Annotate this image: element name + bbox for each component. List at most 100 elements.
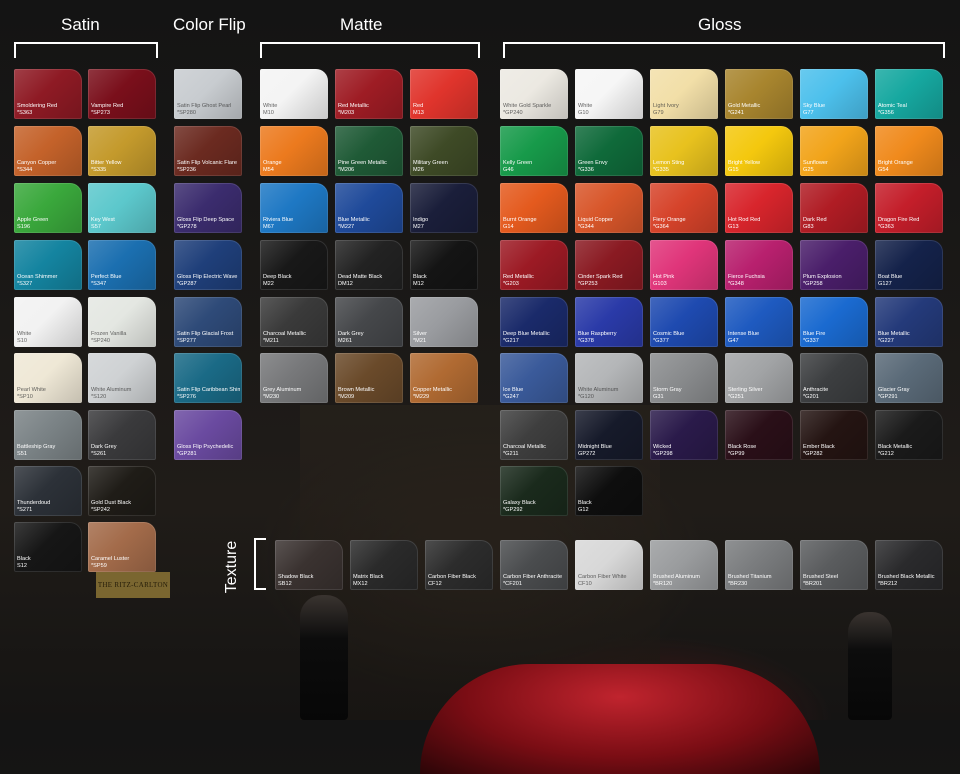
color-swatch[interactable]: Red M13 [410,69,478,119]
color-swatch[interactable]: Intense Blue G47 [725,297,793,347]
color-swatch[interactable]: Ocean Shimmer *S327 [14,240,82,290]
color-swatch[interactable]: White G10 [575,69,643,119]
color-swatch[interactable]: Dragon Fire Red *G363 [875,183,943,233]
color-swatch[interactable]: Copper Metallic *M229 [410,353,478,403]
color-swatch[interactable]: Gloss Flip Deep Space *GP278 [174,183,242,233]
color-swatch[interactable]: Bright Orange G54 [875,126,943,176]
color-swatch[interactable]: Black S12 [14,522,82,572]
color-swatch[interactable]: Carbon Fiber White CF10 [575,540,643,590]
color-swatch[interactable]: Satin Flip Caribbean Shimmer*SP276 [174,353,242,403]
color-swatch[interactable]: Wicked *GP298 [650,410,718,460]
color-swatch[interactable]: Caramel Luster *SP59 [88,522,156,572]
color-swatch[interactable]: Sterling Silver *G251 [725,353,793,403]
color-swatch[interactable]: Shadow Black SB12 [275,540,343,590]
color-swatch[interactable]: Fiery Orange *G364 [650,183,718,233]
color-swatch[interactable]: Lemon Sting *G335 [650,126,718,176]
color-swatch[interactable]: Cosmic Blue *G377 [650,297,718,347]
color-swatch[interactable]: Carbon Fiber Black CF12 [425,540,493,590]
swatch-label: Gold Dust Black *SP242 [91,500,154,513]
color-swatch[interactable]: Boat Blue G127 [875,240,943,290]
color-swatch[interactable]: Hot Rod Red G13 [725,183,793,233]
color-swatch[interactable]: White Aluminum *S120 [88,353,156,403]
color-swatch[interactable]: Storm Gray G31 [650,353,718,403]
color-swatch[interactable]: Satin Flip Ghost Pearl *SP280 [174,69,242,119]
color-swatch[interactable]: Black Metallic *G212 [875,410,943,460]
color-swatch[interactable]: Kelly Green G46 [500,126,568,176]
color-swatch[interactable]: Anthracite *G201 [800,353,868,403]
color-swatch[interactable]: Atomic Teal *G356 [875,69,943,119]
color-swatch[interactable]: Liquid Copper *G344 [575,183,643,233]
color-swatch[interactable]: Deep Black M22 [260,240,328,290]
color-swatch[interactable]: White Aluminum *G120 [575,353,643,403]
color-swatch[interactable]: Light Ivory G79 [650,69,718,119]
color-swatch[interactable]: Midnight Blue GP272 [575,410,643,460]
color-swatch[interactable]: Gloss Flip Electric Wave *GP287 [174,240,242,290]
color-swatch[interactable]: White M10 [260,69,328,119]
color-swatch[interactable]: Black G12 [575,466,643,516]
color-swatch[interactable]: Blue Raspberry *G378 [575,297,643,347]
color-swatch[interactable]: Hot Pink G103 [650,240,718,290]
color-swatch[interactable]: Blue Metallic *G227 [875,297,943,347]
color-swatch[interactable]: Fierce Fuchsia *G348 [725,240,793,290]
color-swatch[interactable]: Brown Metallic *M209 [335,353,403,403]
color-swatch[interactable]: Cinder Spark Red *GP253 [575,240,643,290]
color-swatch[interactable]: Pine Green Metallic *M206 [335,126,403,176]
color-swatch[interactable]: Brushed Black Metallic *BR212 [875,540,943,590]
swatch-label: Carbon Fiber Anthracite *CF201 [503,574,566,587]
color-swatch[interactable]: Silver *M21 [410,297,478,347]
color-swatch[interactable]: Grey Aluminum *M230 [260,353,328,403]
color-swatch[interactable]: Riviera Blue M67 [260,183,328,233]
color-swatch[interactable]: Brushed Titanium *BR230 [725,540,793,590]
color-swatch[interactable]: Dark Grey *S261 [88,410,156,460]
color-swatch[interactable]: Black Rose *GP99 [725,410,793,460]
color-swatch[interactable]: Charcoal Metallic *G211 [500,410,568,460]
color-swatch[interactable]: Plum Explosion *GP258 [800,240,868,290]
color-swatch[interactable]: Dead Matte Black DM12 [335,240,403,290]
color-swatch[interactable]: Charcoal Metallic *M211 [260,297,328,347]
color-swatch[interactable]: Green Envy *G336 [575,126,643,176]
color-swatch[interactable]: Pearl White *SP10 [14,353,82,403]
color-swatch[interactable]: Military Green M26 [410,126,478,176]
color-swatch[interactable]: Burnt Orange G14 [500,183,568,233]
color-swatch[interactable]: Bright Yellow G15 [725,126,793,176]
color-swatch[interactable]: Gold Metallic *G241 [725,69,793,119]
swatch-code: *G337 [803,337,819,344]
color-swatch[interactable]: Key West S57 [88,183,156,233]
color-swatch[interactable]: Deep Blue Metallic *G217 [500,297,568,347]
color-swatch[interactable]: Battleship Gray S51 [14,410,82,460]
color-swatch[interactable]: Red Metallic *G203 [500,240,568,290]
color-swatch[interactable]: Carbon Fiber Anthracite *CF201 [500,540,568,590]
color-swatch[interactable]: Apple Green S196 [14,183,82,233]
color-swatch[interactable]: Canyon Copper *S344 [14,126,82,176]
color-swatch[interactable]: Ember Black *GP282 [800,410,868,460]
color-swatch[interactable]: Sunflower G25 [800,126,868,176]
color-swatch[interactable]: Satin Flip Glacial Frost *SP277 [174,297,242,347]
color-swatch[interactable]: Black M12 [410,240,478,290]
color-swatch[interactable]: Dark Grey M261 [335,297,403,347]
color-swatch[interactable]: White S10 [14,297,82,347]
color-swatch[interactable]: Indigo M27 [410,183,478,233]
color-swatch[interactable]: Brushed Aluminum *BR120 [650,540,718,590]
color-swatch[interactable]: Blue Metallic *M227 [335,183,403,233]
color-swatch[interactable]: Gold Dust Black *SP242 [88,466,156,516]
color-swatch[interactable]: Vampire Red *SP273 [88,69,156,119]
color-swatch[interactable]: Perfect Blue *S347 [88,240,156,290]
color-swatch[interactable]: Gloss Flip Psychedelic *GP281 [174,410,242,460]
color-swatch[interactable]: Satin Flip Volcanic Flare *SP236 [174,126,242,176]
color-swatch[interactable]: Red Metallic *M203 [335,69,403,119]
color-swatch[interactable]: Sky Blue G77 [800,69,868,119]
color-swatch[interactable]: Smoldering Red *S363 [14,69,82,119]
color-swatch[interactable]: White Gold Sparkle *GP240 [500,69,568,119]
color-swatch[interactable]: Frozen Vanilla *SP240 [88,297,156,347]
swatch-label: White M10 [263,103,326,116]
color-swatch[interactable]: Bitter Yellow *S335 [88,126,156,176]
color-swatch[interactable]: Brushed Steel *BR201 [800,540,868,590]
color-swatch[interactable]: Blue Fire *G337 [800,297,868,347]
color-swatch[interactable]: Dark Red G83 [800,183,868,233]
color-swatch[interactable]: Orange M54 [260,126,328,176]
color-swatch[interactable]: Ice Blue *G247 [500,353,568,403]
color-swatch[interactable]: Matrix Black MX12 [350,540,418,590]
color-swatch[interactable]: Glacier Gray *GP291 [875,353,943,403]
color-swatch[interactable]: Galaxy Black *GP292 [500,466,568,516]
color-swatch[interactable]: Thunderdoud *S271 [14,466,82,516]
